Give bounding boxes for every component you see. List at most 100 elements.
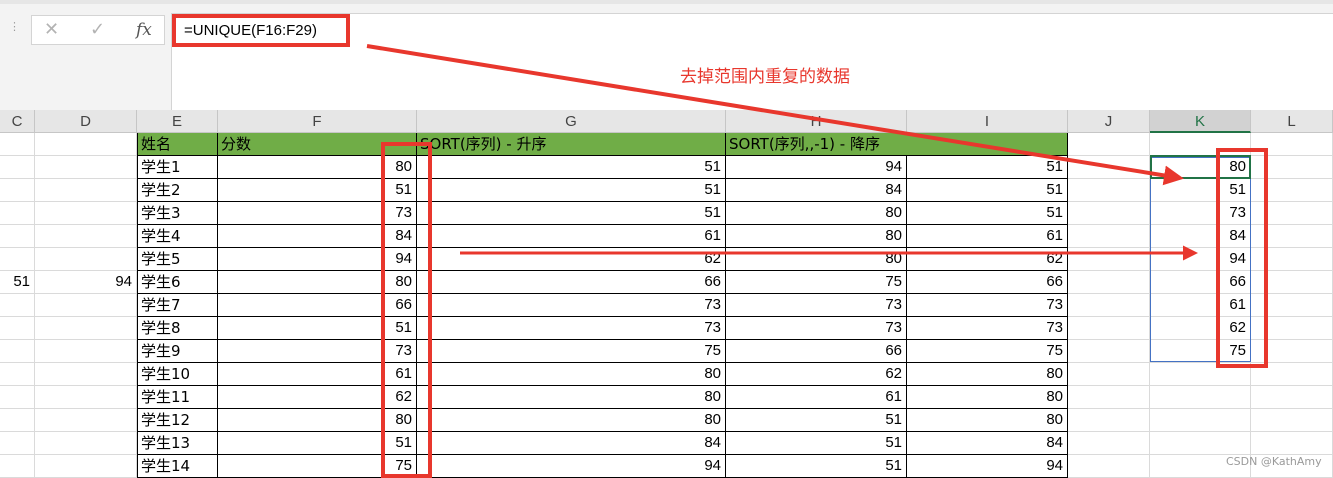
sort-asc-copy-cell[interactable]: 80 [907,409,1068,432]
score-cell[interactable]: 80 [218,409,417,432]
cell-c[interactable] [0,363,35,386]
cancel-icon[interactable]: ✕ [44,20,59,40]
cell-l[interactable] [1251,409,1333,432]
cell-l[interactable] [1251,156,1333,179]
unique-result-cell[interactable]: 73 [1150,202,1251,225]
cell-j[interactable] [1068,340,1150,363]
unique-result-cell[interactable]: 51 [1150,179,1251,202]
sort-desc-cell[interactable]: 62 [726,363,907,386]
column-header-h[interactable]: H [726,110,907,133]
cell-l[interactable] [1251,248,1333,271]
column-header-c[interactable]: C [0,110,35,133]
sort-asc-copy-cell[interactable]: 51 [907,156,1068,179]
cell-d[interactable] [35,363,137,386]
cell-l[interactable] [1251,317,1333,340]
cell-d[interactable] [35,386,137,409]
cell-j[interactable] [1068,271,1150,294]
cell-c[interactable] [0,432,35,455]
sort-asc-cell[interactable]: 80 [417,409,726,432]
cell-c[interactable]: 51 [0,271,35,294]
table-header-score[interactable]: 分数 [218,133,417,156]
cell-j[interactable] [1068,432,1150,455]
cell-j[interactable] [1068,294,1150,317]
sort-asc-copy-cell[interactable]: 80 [907,363,1068,386]
cell-c[interactable] [0,386,35,409]
sort-desc-cell[interactable]: 61 [726,386,907,409]
unique-result-cell[interactable]: 62 [1150,317,1251,340]
cell-l[interactable] [1251,363,1333,386]
sort-desc-cell[interactable]: 51 [726,409,907,432]
sort-asc-copy-cell[interactable]: 75 [907,340,1068,363]
unique-result-cell[interactable]: 66 [1150,271,1251,294]
unique-result-cell[interactable]: 80 [1150,156,1251,179]
cell-l[interactable] [1251,179,1333,202]
score-cell[interactable]: 51 [218,317,417,340]
sort-asc-cell[interactable]: 94 [417,455,726,478]
unique-result-cell[interactable] [1150,409,1251,432]
cell-c[interactable] [0,202,35,225]
sort-asc-cell[interactable]: 84 [417,432,726,455]
sort-asc-copy-cell[interactable]: 73 [907,317,1068,340]
cell-j[interactable] [1068,409,1150,432]
cell-l[interactable] [1251,432,1333,455]
cell-l[interactable] [1251,271,1333,294]
unique-result-cell[interactable]: 61 [1150,294,1251,317]
sort-asc-cell[interactable]: 73 [417,294,726,317]
student-name-cell[interactable]: 学生5 [137,248,218,271]
column-header-d[interactable]: D [35,110,137,133]
cell-j[interactable] [1068,455,1150,478]
score-cell[interactable]: 66 [218,294,417,317]
sort-desc-cell[interactable]: 84 [726,179,907,202]
cell-c[interactable] [0,179,35,202]
column-header-l[interactable]: L [1251,110,1333,133]
sort-asc-cell[interactable]: 51 [417,179,726,202]
cell-d[interactable] [35,455,137,478]
sort-asc-cell[interactable]: 66 [417,271,726,294]
sort-asc-cell[interactable]: 73 [417,317,726,340]
cell-d[interactable] [35,248,137,271]
sort-desc-cell[interactable]: 51 [726,455,907,478]
sort-desc-cell[interactable]: 66 [726,340,907,363]
table-header-blank[interactable] [907,133,1068,156]
cell-j[interactable] [1068,202,1150,225]
sort-desc-cell[interactable]: 73 [726,317,907,340]
cell-d-header[interactable] [35,133,137,156]
student-name-cell[interactable]: 学生4 [137,225,218,248]
cell-d[interactable] [35,317,137,340]
cell-d[interactable] [35,225,137,248]
sort-asc-cell[interactable]: 61 [417,225,726,248]
cell-d[interactable] [35,409,137,432]
cell-c[interactable] [0,455,35,478]
score-cell[interactable]: 84 [218,225,417,248]
cell-d[interactable] [35,179,137,202]
worksheet-grid[interactable]: 姓名 分数 SORT(序列) - 升序 SORT(序列,,-1) - 降序 学生1 80 5… [0,133,1333,478]
student-name-cell[interactable]: 学生8 [137,317,218,340]
sort-asc-copy-cell[interactable]: 73 [907,294,1068,317]
student-name-cell[interactable]: 学生9 [137,340,218,363]
cell-d[interactable] [35,294,137,317]
cell-d[interactable]: 94 [35,271,137,294]
unique-result-cell[interactable]: 94 [1150,248,1251,271]
column-header-j[interactable]: J [1068,110,1150,133]
student-name-cell[interactable]: 学生2 [137,179,218,202]
student-name-cell[interactable]: 学生1 [137,156,218,179]
sort-asc-copy-cell[interactable]: 61 [907,225,1068,248]
column-header-i[interactable]: I [907,110,1068,133]
student-name-cell[interactable]: 学生7 [137,294,218,317]
sort-desc-cell[interactable]: 80 [726,248,907,271]
score-cell[interactable]: 61 [218,363,417,386]
sort-asc-cell[interactable]: 80 [417,363,726,386]
cell-c-header[interactable] [0,133,35,156]
sort-asc-cell[interactable]: 51 [417,202,726,225]
score-cell[interactable]: 80 [218,156,417,179]
cell-j[interactable] [1068,179,1150,202]
cell-d[interactable] [35,202,137,225]
score-cell[interactable]: 73 [218,202,417,225]
cell-j[interactable] [1068,248,1150,271]
score-cell[interactable]: 62 [218,386,417,409]
student-name-cell[interactable]: 学生13 [137,432,218,455]
sort-desc-cell[interactable]: 73 [726,294,907,317]
student-name-cell[interactable]: 学生10 [137,363,218,386]
formula-bar-grip-icon[interactable]: ⋮ [9,21,20,38]
cell-c[interactable] [0,225,35,248]
